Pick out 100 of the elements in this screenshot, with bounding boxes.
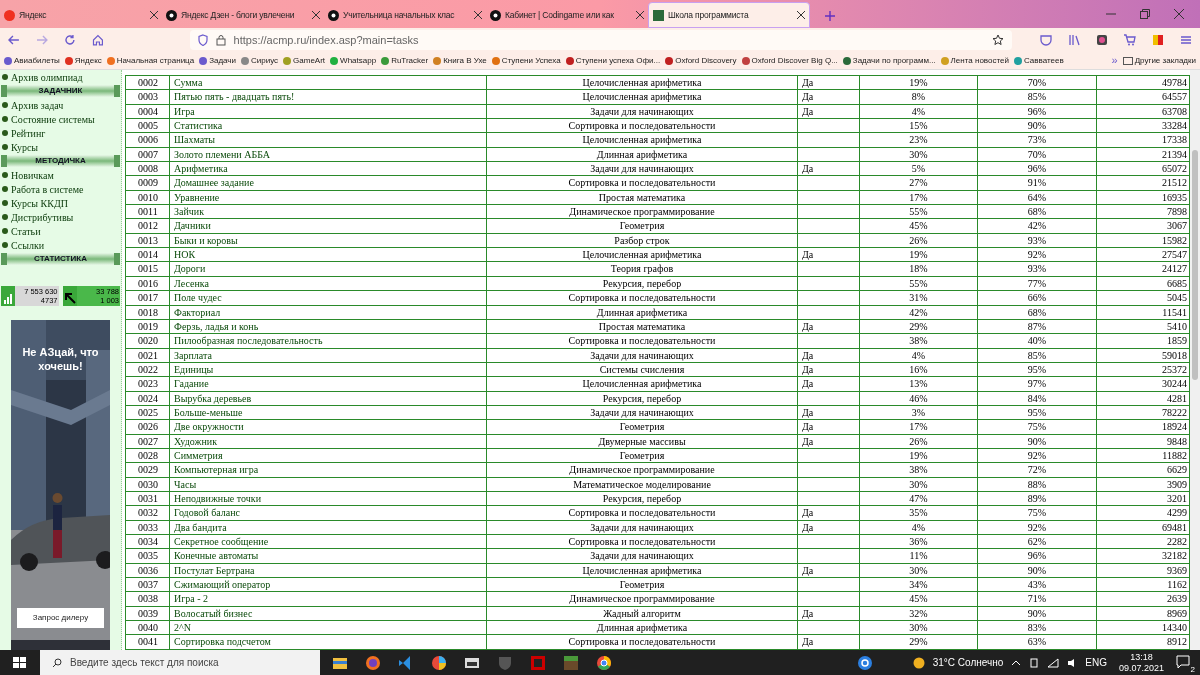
bookmark-item[interactable]: Ступени успеха Офи... [565, 54, 661, 67]
task-name-link[interactable]: Пятью пять - двадцать пять! [174, 91, 295, 103]
sidebar-link[interactable]: Новичкам [0, 168, 121, 182]
task-name-link[interactable]: Гадание [174, 378, 209, 390]
browser-tab[interactable]: Школа программиста [648, 2, 810, 28]
menu-icon[interactable] [1180, 34, 1192, 46]
task-name-link[interactable]: Сортировка подсчетом [174, 636, 271, 648]
folder-icon[interactable] [332, 655, 348, 670]
reload-icon[interactable] [63, 34, 76, 46]
task-name-link[interactable]: Домашнее задание [174, 177, 254, 189]
scroll-thumb[interactable] [1192, 150, 1198, 380]
close-icon[interactable] [150, 11, 158, 19]
weather-text[interactable]: 31°C Солнечно [932, 655, 1004, 670]
task-name-link[interactable]: Художник [174, 435, 218, 447]
browser-tab[interactable]: Яндекс Дзен - блоги увлечени [162, 2, 324, 28]
flag-icon[interactable] [1152, 34, 1164, 46]
bookmark-item[interactable]: Яндекс [64, 54, 102, 67]
task-name-link[interactable]: Часы [174, 478, 197, 490]
task-name-link[interactable]: Вырубка деревьев [174, 392, 252, 404]
task-name-link[interactable]: Лесенка [174, 277, 209, 289]
task-name-link[interactable]: Зарплата [174, 349, 212, 361]
help-icon[interactable] [856, 654, 873, 671]
sidebar-link[interactable]: Работа в системе [0, 182, 121, 196]
bookmark-item[interactable]: Начальная страница [106, 54, 195, 67]
more-bookmarks-button[interactable]: » [1111, 52, 1118, 69]
sidebar-link[interactable]: Курсы [0, 140, 121, 154]
browser-tab[interactable]: Кабинет | Codingame или как [486, 2, 648, 28]
pocket-icon[interactable] [1040, 34, 1052, 46]
task-name-link[interactable]: Сжимающий оператор [174, 579, 271, 591]
other-bookmarks-button[interactable]: Другие закладки [1122, 54, 1196, 67]
task-name-link[interactable]: Секретное сообщение [174, 536, 269, 547]
address-bar[interactable]: https://acmp.ru/index.asp?main=tasks [189, 30, 1012, 50]
chevron-up-icon[interactable] [1011, 658, 1022, 667]
bookmark-item[interactable]: Книга В Ухе [433, 54, 487, 67]
bookmark-item[interactable]: GameArt [283, 54, 326, 67]
bookmark-item[interactable]: Задачи по программ... [842, 54, 936, 67]
task-name-link[interactable]: Единицы [174, 363, 214, 375]
task-name-link[interactable]: Игра [174, 105, 195, 117]
task-name-link[interactable]: Дачники [174, 220, 211, 232]
bookmark-item[interactable]: Савватеев [1013, 54, 1064, 67]
task-name-link[interactable]: Поле чудес [174, 292, 222, 304]
bookmark-item[interactable]: Лента новостей [940, 54, 1009, 67]
task-name-link[interactable]: Компьютерная игра [174, 464, 259, 476]
bookmark-item[interactable]: Сириус [241, 54, 279, 67]
task-name-link[interactable]: Неподвижные точки [174, 492, 262, 504]
square-app-icon[interactable] [530, 654, 546, 671]
clock-time[interactable]: 13:18 [1130, 651, 1153, 663]
task-name-link[interactable]: Постулат Бертрана [174, 564, 255, 576]
wifi-icon[interactable] [1047, 657, 1060, 668]
block-icon[interactable] [563, 654, 579, 671]
sidebar-link[interactable]: Архив задач [0, 98, 121, 112]
browser-tab[interactable]: Яндекс [0, 2, 162, 28]
bookmark-item[interactable]: RuTracker [381, 54, 429, 67]
sidebar-link[interactable]: Курсы ККДП [0, 196, 121, 210]
close-icon[interactable] [474, 11, 482, 19]
task-name-link[interactable]: Статистика [174, 120, 223, 132]
task-name-link[interactable]: Два бандита [174, 521, 227, 533]
dealer-request-button[interactable]: Запрос дилеру [17, 608, 104, 628]
task-name-link[interactable]: Симметрия [174, 449, 223, 461]
task-name-link[interactable]: Ферзь, ладья и конь [174, 320, 259, 332]
close-icon[interactable] [312, 11, 320, 19]
task-name-link[interactable]: Две окружности [174, 421, 244, 433]
sidebar-link[interactable]: Архив олимпиад [0, 70, 121, 84]
taskbar-search-field[interactable]: Введите здесь текст для поиска [40, 650, 320, 675]
restore-icon[interactable] [1140, 9, 1150, 19]
bookmark-item[interactable]: Ступени Успеха [491, 54, 561, 67]
task-name-link[interactable]: Зайчик [174, 206, 205, 218]
library-icon[interactable] [1068, 34, 1080, 46]
task-name-link[interactable]: Игра - 2 [174, 593, 209, 605]
task-name-link[interactable]: Дороги [174, 263, 206, 275]
bookmark-item[interactable]: Авиабилеты [4, 54, 60, 67]
language-indicator[interactable]: ENG [1085, 655, 1107, 670]
task-name-link[interactable]: 2^N [174, 622, 191, 634]
task-name-link[interactable]: Шахматы [174, 134, 216, 146]
task-name-link[interactable]: Сумма [174, 77, 203, 88]
close-icon[interactable] [636, 11, 644, 19]
task-name-link[interactable]: Факториал [174, 306, 221, 318]
bookmark-item[interactable]: Задачи [199, 54, 236, 67]
extension-icon[interactable] [1096, 34, 1108, 46]
home-icon[interactable] [91, 34, 104, 46]
sidebar-link[interactable]: Ссылки [0, 238, 121, 252]
task-name-link[interactable]: Годовой баланс [174, 507, 241, 519]
task-name-link[interactable]: Конечные автоматы [174, 550, 259, 562]
clock-date[interactable]: 09.07.2021 [1118, 662, 1164, 674]
bookmark-item[interactable]: Oxford Discovery [665, 54, 737, 67]
paint-icon[interactable] [431, 654, 447, 671]
battery-icon[interactable] [1029, 657, 1040, 668]
task-name-link[interactable]: Волосатый бизнес [174, 607, 253, 619]
task-name-link[interactable]: Уравнение [174, 191, 220, 203]
task-name-link[interactable]: Быки и коровы [174, 234, 238, 246]
bookmark-item[interactable]: Whatsapp [330, 54, 377, 67]
sidebar-link[interactable]: Статьи [0, 224, 121, 238]
cart-icon[interactable] [1124, 34, 1136, 46]
sidebar-link[interactable]: Рейтинг [0, 126, 121, 140]
close-icon[interactable] [797, 11, 805, 19]
star-icon[interactable] [992, 34, 1004, 46]
bookmark-item[interactable]: Oxford Discover Big Q... [741, 54, 838, 67]
task-name-link[interactable]: НОК [174, 249, 196, 261]
task-name-link[interactable]: Больше-меньше [174, 406, 243, 418]
notification-icon[interactable] [1176, 654, 1190, 669]
